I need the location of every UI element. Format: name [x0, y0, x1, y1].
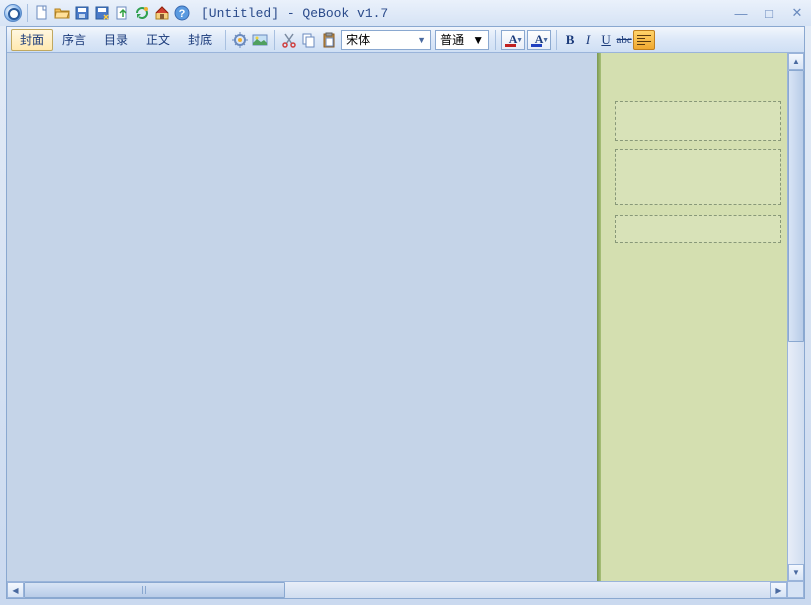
paste-icon[interactable]: [319, 30, 339, 50]
home-icon[interactable]: [153, 4, 171, 22]
tab-cover[interactable]: 封面: [11, 29, 53, 51]
scroll-up-button[interactable]: ▲: [788, 53, 804, 70]
italic-button[interactable]: I: [579, 30, 597, 50]
help-icon[interactable]: ?: [173, 4, 191, 22]
scroll-track[interactable]: [24, 582, 770, 598]
new-file-icon[interactable]: [33, 4, 51, 22]
app-logo-icon: [4, 4, 22, 22]
refresh-icon[interactable]: [133, 4, 151, 22]
canvas-area[interactable]: [7, 53, 597, 581]
color-bar: [531, 44, 542, 47]
font-name-select[interactable]: 宋体 ▼: [341, 30, 431, 50]
workspace: ▲ ▼: [7, 53, 804, 581]
horizontal-scrollbar[interactable]: ◀ ▶: [7, 581, 787, 598]
save-icon[interactable]: [73, 4, 91, 22]
maximize-button[interactable]: □: [759, 5, 779, 21]
scroll-right-button[interactable]: ▶: [770, 582, 787, 598]
font-name-value: 宋体: [346, 31, 370, 48]
bold-button[interactable]: B: [561, 30, 579, 50]
tab-back[interactable]: 封底: [179, 29, 221, 51]
scroll-down-button[interactable]: ▼: [788, 564, 804, 581]
tab-toc[interactable]: 目录: [95, 29, 137, 51]
font-caliber-value: 普通: [440, 31, 464, 48]
dropdown-arrow-icon: ▼: [542, 37, 549, 44]
window-title: [Untitled] - QeBook v1.7: [201, 6, 388, 21]
window-controls: — □ ✕: [731, 5, 807, 21]
separator: [225, 30, 226, 50]
separator: [274, 30, 275, 50]
cover-title-placeholder[interactable]: [615, 101, 781, 141]
svg-text:?: ?: [179, 8, 186, 20]
close-button[interactable]: ✕: [787, 5, 807, 21]
cover-subtitle-placeholder[interactable]: [615, 149, 781, 205]
font-caliber-select[interactable]: 普通 ▼: [435, 30, 489, 50]
text-color-button[interactable]: A ▼: [501, 30, 525, 50]
separator: [495, 30, 496, 50]
save-as-icon[interactable]: [93, 4, 111, 22]
cover-author-placeholder[interactable]: [615, 215, 781, 243]
settings-icon[interactable]: [230, 30, 250, 50]
tab-preface[interactable]: 序言: [53, 29, 95, 51]
highlight-color-button[interactable]: A ▼: [527, 30, 551, 50]
align-button[interactable]: [633, 30, 655, 50]
copy-icon[interactable]: [299, 30, 319, 50]
color-bar: [505, 44, 516, 47]
dropdown-arrow-icon: ▼: [516, 37, 523, 44]
export-icon[interactable]: [113, 4, 131, 22]
image-icon[interactable]: [250, 30, 270, 50]
separator: [556, 30, 557, 50]
dropdown-arrow-icon: ▼: [417, 35, 426, 45]
preview-pane: [597, 53, 787, 581]
underline-button[interactable]: U: [597, 30, 615, 50]
bottom-scroll-row: ◀ ▶: [7, 581, 804, 598]
client-area: 封面 序言 目录 正文 封底 宋体 ▼ 普通 ▼ A ▼ A ▼: [6, 26, 805, 599]
strikethrough-button[interactable]: abc: [615, 30, 633, 50]
toolbar: 封面 序言 目录 正文 封底 宋体 ▼ 普通 ▼ A ▼ A ▼: [7, 27, 804, 53]
separator: [27, 4, 28, 22]
vertical-scrollbar[interactable]: ▲ ▼: [787, 53, 804, 581]
dropdown-arrow-icon: ▼: [472, 33, 484, 47]
cut-icon[interactable]: [279, 30, 299, 50]
scroll-thumb[interactable]: [788, 70, 804, 342]
open-file-icon[interactable]: [53, 4, 71, 22]
titlebar-left: ?: [4, 4, 191, 22]
scroll-left-button[interactable]: ◀: [7, 582, 24, 598]
minimize-button[interactable]: —: [731, 5, 751, 21]
titlebar: ? [Untitled] - QeBook v1.7 — □ ✕: [0, 0, 811, 26]
tab-body[interactable]: 正文: [137, 29, 179, 51]
scroll-corner: [787, 581, 804, 598]
scroll-track[interactable]: [788, 70, 804, 564]
scroll-thumb[interactable]: [24, 582, 285, 598]
